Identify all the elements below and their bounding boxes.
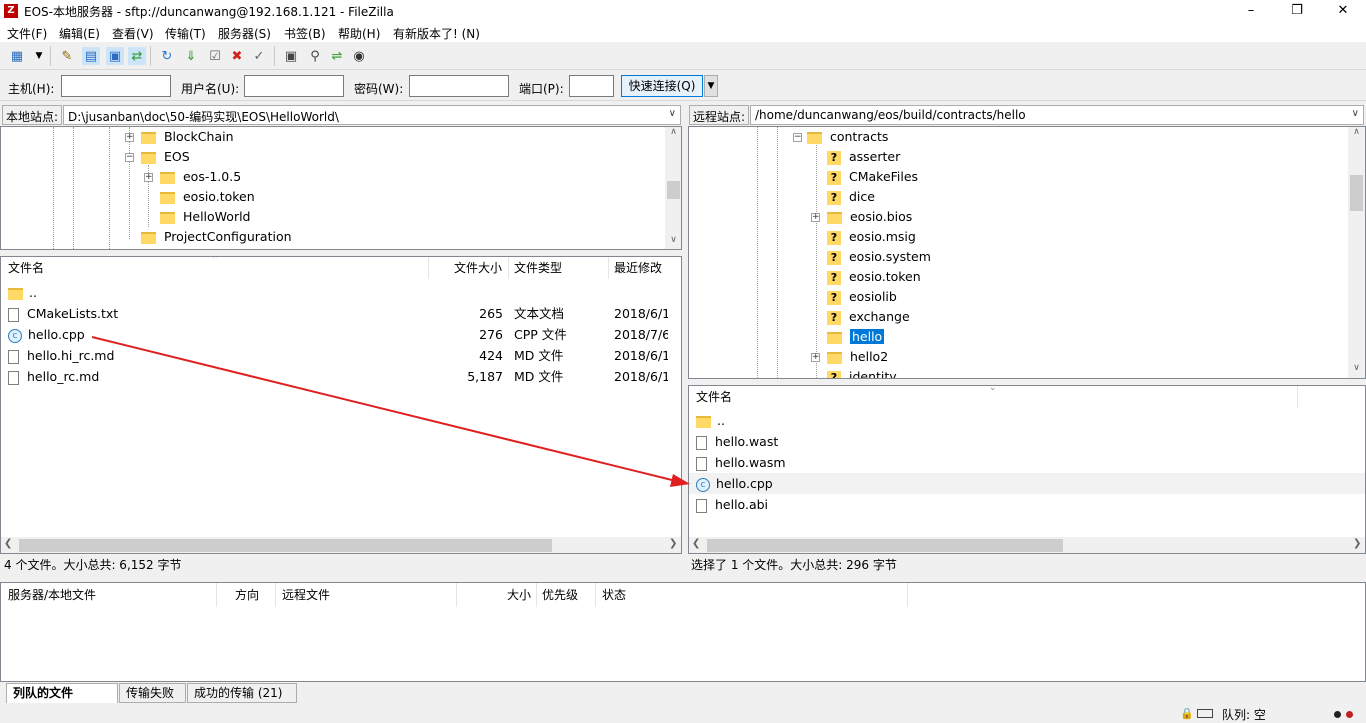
arrow-line (91, 336, 677, 482)
send-indicator-icon (1346, 711, 1353, 718)
column-divider (216, 583, 217, 607)
column-size[interactable]: 大小 (507, 583, 531, 607)
column-priority[interactable]: 优先级 (542, 583, 578, 607)
column-divider (536, 583, 537, 607)
column-status[interactable]: 状态 (602, 583, 626, 607)
transfer-queue: 服务器/本地文件 方向 远程文件 大小 优先级 状态 (0, 582, 1366, 682)
lock-icon: 🔒 (1180, 707, 1194, 720)
column-remote-file[interactable]: 远程文件 (282, 583, 330, 607)
queue-status: 队列: 空 (1222, 708, 1266, 722)
column-direction[interactable]: 方向 (235, 583, 259, 607)
server-icon (1197, 709, 1213, 718)
column-server-local-file[interactable]: 服务器/本地文件 (8, 583, 96, 607)
column-divider (456, 583, 457, 607)
tab-queued-files[interactable]: 列队的文件 (6, 683, 118, 703)
column-divider (595, 583, 596, 607)
arrow-head (670, 474, 690, 487)
bottom-status-bar: 🔒 队列: 空 (0, 704, 1366, 722)
column-divider (907, 583, 908, 607)
queue-tabs: 列队的文件 传输失败 成功的传输 (21) (0, 682, 1366, 704)
tab-successful-transfers[interactable]: 成功的传输 (21) (187, 683, 297, 703)
tab-failed-transfers[interactable]: 传输失败 (119, 683, 186, 703)
receive-indicator-icon (1334, 711, 1341, 718)
column-divider (275, 583, 276, 607)
